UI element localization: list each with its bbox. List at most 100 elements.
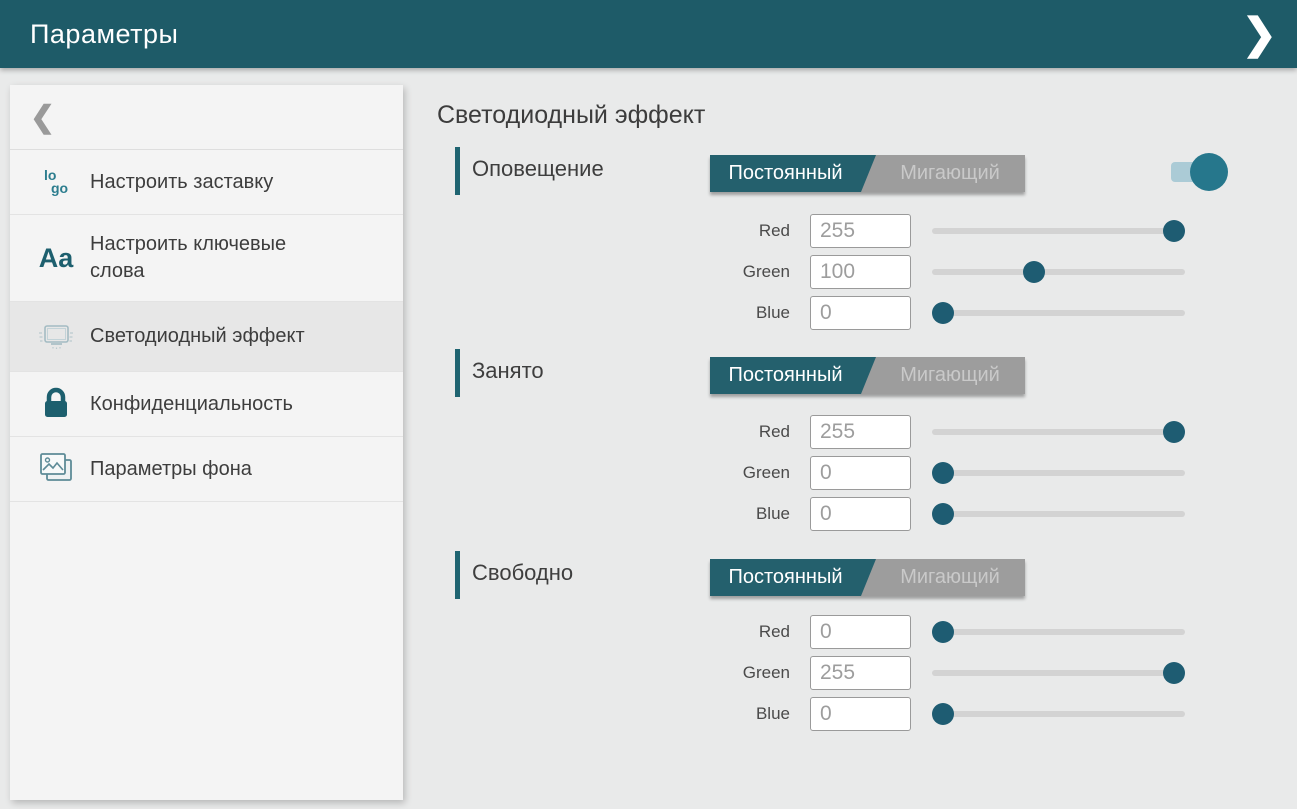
slider-thumb[interactable] (932, 621, 954, 643)
red-input[interactable] (810, 415, 911, 449)
green-slider[interactable] (932, 656, 1185, 690)
slider-track (932, 711, 1185, 717)
rgb-row-blue: Blue (700, 296, 1200, 330)
rgb-row-green: Green (700, 456, 1200, 490)
red-slider[interactable] (932, 415, 1185, 449)
slider-track (932, 470, 1185, 476)
slider-thumb[interactable] (1163, 220, 1185, 242)
mode-solid-button[interactable] (710, 357, 876, 394)
slider-thumb[interactable] (1023, 261, 1045, 283)
sidebar-item-led-effect[interactable]: Светодиодный эффект (10, 302, 403, 372)
mode-blinking-button[interactable]: Мигающий (875, 357, 1025, 394)
slider-track (932, 511, 1185, 517)
green-input[interactable] (810, 456, 911, 490)
rgb-row-blue: Blue (700, 697, 1200, 731)
page-title: Параметры (30, 19, 178, 50)
rgb-block-busy: Red Green Blue (700, 415, 1200, 538)
green-label: Green (700, 463, 790, 483)
sidebar-item-label: Конфиденциальность (90, 391, 293, 418)
sidebar: ❮ logo Настроить заставку Aa Настроить к… (10, 85, 403, 800)
back-chevron-icon: ❮ (30, 100, 55, 135)
green-slider[interactable] (932, 456, 1185, 490)
rgb-block-notification: Red Green Blue (700, 214, 1200, 337)
mode-blinking-button[interactable]: Мигающий (875, 559, 1025, 596)
slider-track (932, 310, 1185, 316)
background-icon (35, 448, 77, 490)
green-label: Green (700, 262, 790, 282)
red-label: Red (700, 422, 790, 442)
sidebar-item-keywords[interactable]: Aa Настроить ключевые слова (10, 215, 403, 302)
logo-icon: logo (35, 161, 77, 203)
slider-track (932, 429, 1185, 435)
section-header-notification: Оповещение Постоянный Мигающий (437, 147, 1287, 195)
slider-track (932, 629, 1185, 635)
led-effect-icon (35, 316, 77, 358)
section-name: Занято (472, 358, 544, 384)
green-input[interactable] (810, 656, 911, 690)
content-title: Светодиодный эффект (437, 101, 705, 130)
rgb-row-blue: Blue (700, 497, 1200, 531)
blue-slider[interactable] (932, 497, 1185, 531)
slider-thumb[interactable] (932, 703, 954, 725)
slider-track (932, 228, 1185, 234)
lock-icon (35, 383, 77, 425)
sidebar-item-background[interactable]: Параметры фона (10, 437, 403, 502)
section-name: Оповещение (472, 156, 604, 182)
section-name: Свободно (472, 560, 573, 586)
sidebar-back-button[interactable]: ❮ (10, 85, 403, 150)
settings-window: Параметры ❯ ❮ logo Настроить заставку Aa… (0, 0, 1297, 809)
sidebar-item-label: Настроить ключевые слова (90, 231, 345, 285)
mode-blinking-button[interactable]: Мигающий (875, 155, 1025, 192)
keywords-icon: Aa (35, 237, 77, 279)
sidebar-item-label: Настроить заставку (90, 169, 273, 196)
slider-thumb[interactable] (1163, 662, 1185, 684)
mode-segmented-control: Постоянный Мигающий (710, 155, 1025, 192)
rgb-row-green: Green (700, 255, 1200, 289)
green-input[interactable] (810, 255, 911, 289)
red-slider[interactable] (932, 214, 1185, 248)
rgb-row-red: Red (700, 415, 1200, 449)
blue-input[interactable] (810, 497, 911, 531)
red-label: Red (700, 221, 790, 241)
toggle-thumb (1190, 153, 1228, 191)
blue-label: Blue (700, 504, 790, 524)
blue-input[interactable] (810, 296, 911, 330)
mode-solid-button[interactable] (710, 559, 876, 596)
red-input[interactable] (810, 615, 911, 649)
mode-segmented-control: Постоянный Мигающий (710, 357, 1025, 394)
blue-slider[interactable] (932, 296, 1185, 330)
blue-label: Blue (700, 303, 790, 323)
accent-bar (455, 551, 460, 599)
mode-solid-button[interactable] (710, 155, 876, 192)
sidebar-item-label: Параметры фона (90, 456, 252, 483)
red-input[interactable] (810, 214, 911, 248)
rgb-row-red: Red (700, 615, 1200, 649)
rgb-block-free: Red Green Blue (700, 615, 1200, 738)
mode-segmented-control: Постоянный Мигающий (710, 559, 1025, 596)
blue-input[interactable] (810, 697, 911, 731)
rgb-row-green: Green (700, 656, 1200, 690)
blue-slider[interactable] (932, 697, 1185, 731)
notification-toggle[interactable] (1171, 152, 1233, 192)
red-slider[interactable] (932, 615, 1185, 649)
section-header-free: Свободно Постоянный Мигающий (437, 551, 1287, 599)
section-header-busy: Занято Постоянный Мигающий (437, 349, 1287, 397)
slider-thumb[interactable] (932, 302, 954, 324)
red-label: Red (700, 622, 790, 642)
slider-track (932, 670, 1185, 676)
rgb-row-red: Red (700, 214, 1200, 248)
header-bar: Параметры ❯ (0, 0, 1297, 68)
slider-thumb[interactable] (932, 503, 954, 525)
accent-bar (455, 147, 460, 195)
slider-thumb[interactable] (1163, 421, 1185, 443)
green-slider[interactable] (932, 255, 1185, 289)
slider-track (932, 269, 1185, 275)
accent-bar (455, 349, 460, 397)
blue-label: Blue (700, 704, 790, 724)
forward-chevron-icon[interactable]: ❯ (1236, 13, 1283, 55)
slider-thumb[interactable] (932, 462, 954, 484)
sidebar-item-privacy[interactable]: Конфиденциальность (10, 372, 403, 437)
sidebar-item-screensaver[interactable]: logo Настроить заставку (10, 150, 403, 215)
green-label: Green (700, 663, 790, 683)
sidebar-item-label: Светодиодный эффект (90, 323, 305, 350)
